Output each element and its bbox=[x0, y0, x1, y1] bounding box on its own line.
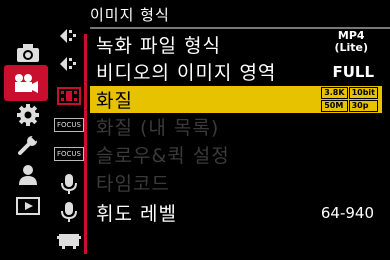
video-menu-tab[interactable] bbox=[4, 65, 48, 101]
setup-menu-tab[interactable] bbox=[10, 130, 46, 160]
quality-badges: 3.8K 10bit 50M 30p bbox=[321, 87, 378, 112]
wrench-icon bbox=[18, 133, 40, 155]
menu-item-rec-file-format[interactable]: 녹화 파일 형식 MP4 (Lite) bbox=[90, 30, 382, 58]
menu-item-slow-quick-setting: 슬로우&퀵 설정 bbox=[90, 141, 382, 168]
my-menu-tab[interactable] bbox=[10, 160, 46, 190]
sub-tab-output[interactable] bbox=[56, 228, 82, 252]
menu-item-rec-quality[interactable]: 화질 3.8K 10bit 50M 30p bbox=[90, 86, 382, 113]
menu-item-image-area[interactable]: 비디오의 이미지 영역 FULL bbox=[90, 58, 382, 85]
frame-rate-badge: 30p bbox=[348, 100, 378, 112]
camera-icon bbox=[17, 44, 39, 62]
microphone-icon bbox=[61, 202, 77, 222]
bitrate-badge: 50M bbox=[321, 100, 348, 112]
sub-tab-audio-2[interactable] bbox=[56, 200, 82, 224]
film-strip-icon bbox=[57, 87, 81, 105]
menu-item-label: 녹화 파일 형식 bbox=[96, 35, 221, 57]
gear-icon bbox=[17, 104, 39, 126]
menu-item-label: 비디오의 이미지 영역 bbox=[96, 62, 277, 84]
photo-menu-tab[interactable] bbox=[10, 38, 46, 68]
sub-tab-focus-2[interactable]: FOCUS bbox=[54, 142, 84, 166]
sub-tab-image-quality-2[interactable] bbox=[56, 52, 82, 76]
menu-item-rec-quality-my-list: 화질 (내 목록) bbox=[90, 113, 382, 140]
focus-icon: FOCUS bbox=[54, 118, 84, 132]
menu-item-label: 타임코드 bbox=[96, 173, 170, 195]
bit-depth-badge: 10bit bbox=[348, 87, 378, 99]
menu-item-label: 화질 bbox=[96, 90, 133, 112]
playback-icon bbox=[16, 197, 40, 215]
video-output-icon bbox=[57, 234, 81, 249]
menu-item-value: 64-940 bbox=[320, 203, 374, 222]
custom-menu-tab[interactable] bbox=[10, 100, 46, 130]
sub-tab-focus-1[interactable]: FOCUS bbox=[54, 113, 84, 137]
page-title: 이미지 형식 bbox=[90, 6, 170, 24]
menu-item-label: 슬로우&퀵 설정 bbox=[96, 145, 230, 167]
menu-item-value: MP4 (Lite) bbox=[334, 30, 368, 54]
sub-tab-film-active[interactable] bbox=[56, 84, 82, 108]
value-line-2: (Lite) bbox=[334, 41, 368, 54]
sub-tab-audio-1[interactable] bbox=[56, 172, 82, 196]
sub-tab-image-quality-1[interactable] bbox=[56, 24, 82, 48]
menu-item-label: 화질 (내 목록) bbox=[96, 117, 220, 139]
menu-item-label: 휘도 레벨 bbox=[96, 203, 177, 225]
resolution-badge: 3.8K bbox=[321, 87, 348, 99]
image-quality-icon bbox=[60, 57, 76, 71]
focus-icon: FOCUS bbox=[54, 147, 84, 161]
menu-item-luminance-level[interactable]: 휘도 레벨 64-940 bbox=[90, 199, 382, 226]
menu-item-value: FULL bbox=[332, 62, 374, 81]
active-tab-indicator bbox=[84, 34, 87, 254]
video-camera-icon bbox=[15, 74, 38, 93]
microphone-icon bbox=[61, 174, 77, 194]
menu-item-time-code: 타임코드 bbox=[90, 169, 382, 196]
image-quality-icon bbox=[60, 29, 76, 43]
playback-menu-tab[interactable] bbox=[10, 191, 46, 221]
person-icon bbox=[19, 165, 37, 185]
